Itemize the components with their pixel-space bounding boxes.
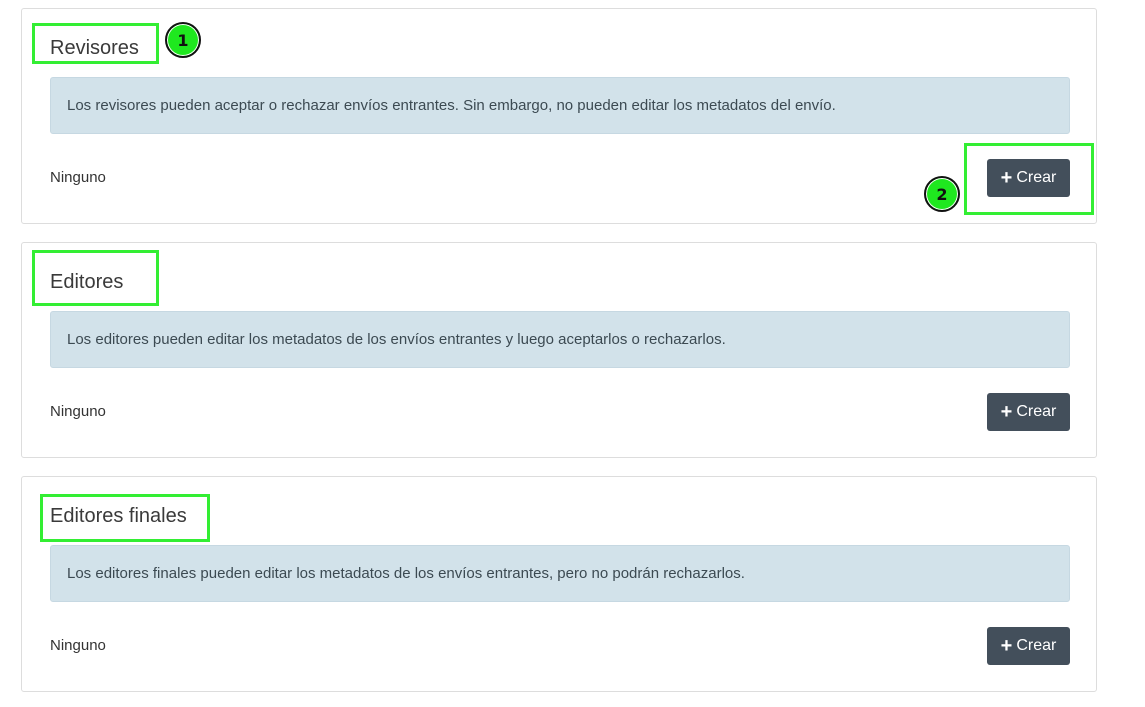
annotation-marker-2: 2 <box>924 176 960 212</box>
section-editores: Editores Los editores pueden editar los … <box>21 242 1097 458</box>
empty-state-text: Ninguno <box>50 403 106 420</box>
section-description: Los revisores pueden aceptar o rechazar … <box>67 97 836 114</box>
section-editores-finales: Editores finales Los editores finales pu… <box>21 476 1097 692</box>
create-final-editor-button[interactable]: + Crear <box>987 627 1070 665</box>
section-title: Revisores <box>50 37 139 59</box>
section-description: Los editores pueden editar los metadatos… <box>67 331 726 348</box>
create-button-label: Crear <box>1016 637 1057 654</box>
plus-icon: + <box>1000 401 1013 423</box>
annotation-marker-1: 1 <box>165 22 201 58</box>
section-title: Editores <box>50 271 124 293</box>
page: Revisores Los revisores pueden aceptar o… <box>0 0 1145 707</box>
info-alert: Los revisores pueden aceptar o rechazar … <box>50 77 1070 134</box>
create-revisor-button[interactable]: + Crear <box>987 159 1070 197</box>
plus-icon: + <box>1000 167 1013 189</box>
info-alert: Los editores finales pueden editar los m… <box>50 545 1070 602</box>
create-editor-button[interactable]: + Crear <box>987 393 1070 431</box>
section-description: Los editores finales pueden editar los m… <box>67 565 745 582</box>
create-button-label: Crear <box>1016 403 1057 420</box>
empty-state-text: Ninguno <box>50 637 106 654</box>
plus-icon: + <box>1000 635 1013 657</box>
empty-state-text: Ninguno <box>50 169 106 186</box>
create-button-label: Crear <box>1016 169 1057 186</box>
info-alert: Los editores pueden editar los metadatos… <box>50 311 1070 368</box>
section-title: Editores finales <box>50 505 187 527</box>
